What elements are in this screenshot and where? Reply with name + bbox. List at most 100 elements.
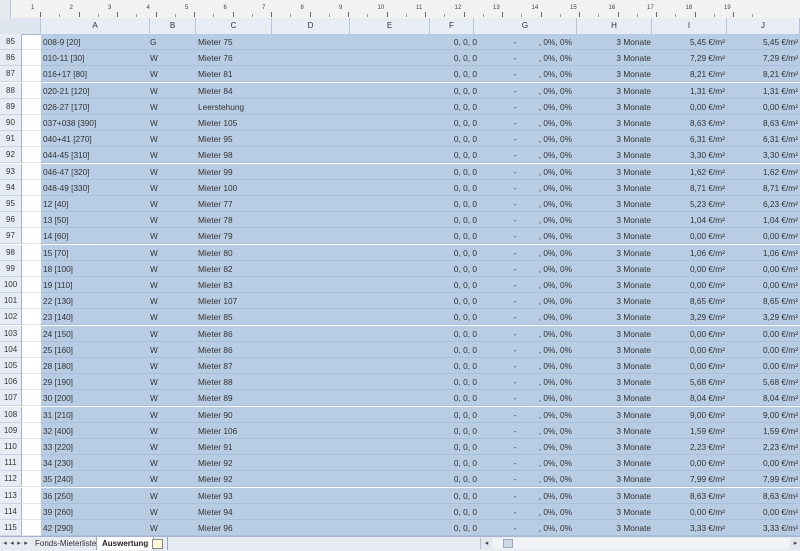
cell-unit[interactable]: 008-9 [20] bbox=[43, 34, 148, 50]
cell-tenant[interactable]: Mieter 75 bbox=[198, 34, 308, 50]
row-header[interactable]: 113 bbox=[0, 487, 22, 504]
cell-unit[interactable]: 42 [290] bbox=[43, 520, 148, 536]
empty-cell[interactable] bbox=[22, 374, 41, 391]
cell-type[interactable]: W bbox=[150, 488, 190, 504]
cell-values[interactable]: 0, 0, 0 bbox=[430, 212, 477, 228]
cell-period[interactable]: 3 Monate bbox=[576, 50, 651, 66]
cell-percent[interactable]: , 0%, 0% bbox=[520, 374, 572, 390]
cell-values[interactable]: 0, 0, 0 bbox=[430, 342, 477, 358]
empty-cell[interactable] bbox=[22, 390, 41, 407]
empty-cell[interactable] bbox=[22, 277, 41, 293]
cell-rent-j[interactable]: 0,00 €/m² bbox=[727, 277, 798, 293]
column-header-a[interactable]: A bbox=[41, 18, 150, 34]
column-header-c[interactable]: C bbox=[196, 18, 272, 34]
cell-unit[interactable]: 31 [210] bbox=[43, 407, 148, 423]
column-header-b[interactable]: B bbox=[150, 18, 196, 34]
cell-tenant[interactable]: Mieter 84 bbox=[198, 83, 308, 99]
row-header[interactable]: 96 bbox=[0, 212, 22, 229]
cell-period[interactable]: 3 Monate bbox=[576, 131, 651, 147]
cell-tenant[interactable]: Mieter 89 bbox=[198, 390, 308, 406]
cell-rent-j[interactable]: 8,21 €/m² bbox=[727, 66, 798, 82]
cell-values[interactable]: 0, 0, 0 bbox=[430, 309, 477, 325]
cell-unit[interactable]: 28 [180] bbox=[43, 358, 148, 374]
cell-type[interactable]: W bbox=[150, 164, 190, 180]
cell-period[interactable]: 3 Monate bbox=[576, 245, 651, 261]
row-header[interactable]: 93 bbox=[0, 163, 22, 180]
cell-tenant[interactable]: Mieter 78 bbox=[198, 212, 308, 228]
row-header[interactable]: 112 bbox=[0, 471, 22, 488]
cell-percent[interactable]: , 0%, 0% bbox=[520, 504, 572, 520]
cell-rent-i[interactable]: 8,63 €/m² bbox=[652, 115, 725, 131]
row-header[interactable]: 114 bbox=[0, 503, 22, 520]
cell-unit[interactable]: 24 [150] bbox=[43, 326, 148, 342]
cell-percent[interactable]: , 0%, 0% bbox=[520, 66, 572, 82]
cell-period[interactable]: 3 Monate bbox=[576, 66, 651, 82]
cell-unit[interactable]: 010-11 [30] bbox=[43, 50, 148, 66]
cell-unit[interactable]: 19 [110] bbox=[43, 277, 148, 293]
cell-rent-i[interactable]: 0,00 €/m² bbox=[652, 326, 725, 342]
cell-percent[interactable]: , 0%, 0% bbox=[520, 520, 572, 536]
cell-percent[interactable]: , 0%, 0% bbox=[520, 407, 572, 423]
cell-values[interactable]: 0, 0, 0 bbox=[430, 245, 477, 261]
cell-rent-i[interactable]: 6,31 €/m² bbox=[652, 131, 725, 147]
cell-tenant[interactable]: Mieter 92 bbox=[198, 455, 308, 471]
cell-type[interactable]: G bbox=[150, 34, 190, 50]
empty-cell[interactable] bbox=[22, 228, 41, 245]
cell-rent-i[interactable]: 1,31 €/m² bbox=[652, 83, 725, 99]
cell-rent-j[interactable]: 9,00 €/m² bbox=[727, 407, 798, 423]
cell-type[interactable]: W bbox=[150, 326, 190, 342]
empty-cell[interactable] bbox=[22, 358, 41, 374]
cell-period[interactable]: 3 Monate bbox=[576, 326, 651, 342]
cell-percent[interactable]: , 0%, 0% bbox=[520, 326, 572, 342]
cell-percent[interactable]: , 0%, 0% bbox=[520, 277, 572, 293]
cell-rent-i[interactable]: 0,00 €/m² bbox=[652, 455, 725, 471]
scroll-thumb[interactable] bbox=[503, 539, 513, 548]
cell-percent[interactable]: , 0%, 0% bbox=[520, 196, 572, 212]
cell-values[interactable]: 0, 0, 0 bbox=[430, 520, 477, 536]
cell-unit[interactable]: 14 [60] bbox=[43, 228, 148, 244]
cell-unit[interactable]: 046-47 [320] bbox=[43, 164, 148, 180]
cell-values[interactable]: 0, 0, 0 bbox=[430, 326, 477, 342]
cell-values[interactable]: 0, 0, 0 bbox=[430, 455, 477, 471]
cell-rent-j[interactable]: 6,23 €/m² bbox=[727, 196, 798, 212]
cell-type[interactable]: W bbox=[150, 261, 190, 277]
cell-rent-j[interactable]: 5,68 €/m² bbox=[727, 374, 798, 390]
cell-rent-i[interactable]: 5,23 €/m² bbox=[652, 196, 725, 212]
cell-tenant[interactable]: Mieter 85 bbox=[198, 309, 308, 325]
empty-cell[interactable] bbox=[22, 471, 41, 488]
row-header[interactable]: 100 bbox=[0, 277, 22, 293]
worksheet-grid[interactable]: 85 008-9 [20] G Mieter 75 0, 0, 0-, 0%, 0% 3 … bbox=[0, 34, 800, 536]
row-header[interactable]: 91 bbox=[0, 131, 22, 148]
cell-period[interactable]: 3 Monate bbox=[576, 212, 651, 228]
empty-cell[interactable] bbox=[22, 99, 41, 115]
cell-tenant[interactable]: Mieter 105 bbox=[198, 115, 308, 131]
row-header[interactable]: 107 bbox=[0, 390, 22, 407]
cell-tenant[interactable]: Mieter 92 bbox=[198, 471, 308, 487]
cell-values[interactable]: 0, 0, 0 bbox=[430, 277, 477, 293]
row-header[interactable]: 88 bbox=[0, 82, 22, 99]
last-sheet-icon[interactable]: ▸ bbox=[22, 538, 30, 550]
cell-period[interactable]: 3 Monate bbox=[576, 115, 651, 131]
scroll-left-icon[interactable]: ◂ bbox=[481, 538, 492, 549]
empty-cell[interactable] bbox=[22, 131, 41, 148]
cell-period[interactable]: 3 Monate bbox=[576, 390, 651, 406]
cell-tenant[interactable]: Mieter 99 bbox=[198, 164, 308, 180]
horizontal-scrollbar[interactable]: ◂ ▸ bbox=[480, 538, 800, 549]
cell-tenant[interactable]: Mieter 88 bbox=[198, 374, 308, 390]
cell-period[interactable]: 3 Monate bbox=[576, 180, 651, 196]
cell-period[interactable]: 3 Monate bbox=[576, 309, 651, 325]
row-header[interactable]: 98 bbox=[0, 244, 22, 261]
cell-rent-i[interactable]: 1,04 €/m² bbox=[652, 212, 725, 228]
row-header[interactable]: 85 bbox=[0, 34, 22, 50]
cell-percent[interactable]: , 0%, 0% bbox=[520, 471, 572, 487]
cell-rent-j[interactable]: 1,62 €/m² bbox=[727, 164, 798, 180]
cell-unit[interactable]: 30 [200] bbox=[43, 390, 148, 406]
cell-values[interactable]: 0, 0, 0 bbox=[430, 34, 477, 50]
cell-percent[interactable]: , 0%, 0% bbox=[520, 309, 572, 325]
row-header[interactable]: 111 bbox=[0, 455, 22, 472]
cell-values[interactable]: 0, 0, 0 bbox=[430, 147, 477, 163]
cell-values[interactable]: 0, 0, 0 bbox=[430, 196, 477, 212]
cell-rent-j[interactable]: 2,23 €/m² bbox=[727, 439, 798, 455]
row-header[interactable]: 102 bbox=[0, 309, 22, 326]
row-header[interactable]: 89 bbox=[0, 98, 22, 115]
